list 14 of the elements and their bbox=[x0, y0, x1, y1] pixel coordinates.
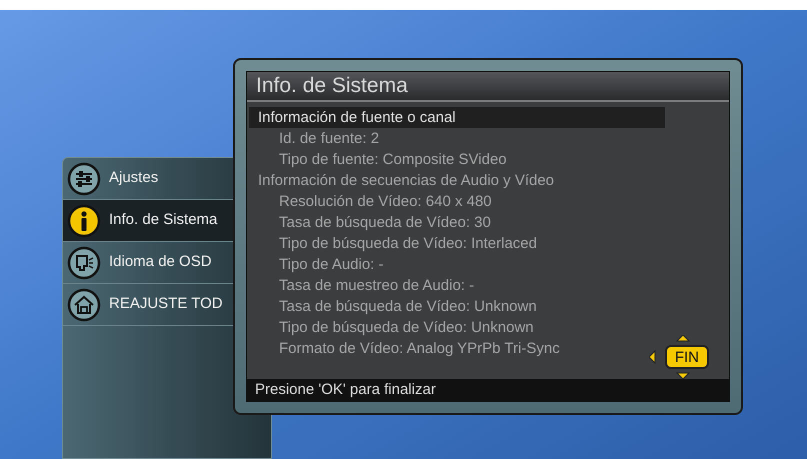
info-row[interactable]: Formato de Vídeo: Analog YPrPb Tri-Sync bbox=[249, 338, 665, 359]
menu-item-label: Info. de Sistema bbox=[109, 210, 218, 230]
home-icon bbox=[67, 288, 101, 322]
menu-item-label: Idioma de OSD bbox=[109, 252, 212, 272]
info-icon bbox=[67, 204, 101, 238]
info-row[interactable]: Información de fuente o canal bbox=[249, 107, 665, 128]
fin-button[interactable]: FIN bbox=[664, 345, 709, 369]
speaking-head-icon bbox=[67, 246, 101, 280]
menu-item-label: REAJUSTE TOD bbox=[109, 294, 223, 314]
dialog-title: Info. de Sistema bbox=[256, 73, 408, 100]
info-row[interactable]: Id. de fuente: 2 bbox=[249, 128, 665, 149]
menu-item-label: Ajustes bbox=[109, 168, 158, 188]
footer-hint: Presione 'OK' para finalizar bbox=[255, 380, 436, 400]
sliders-icon bbox=[67, 162, 101, 196]
